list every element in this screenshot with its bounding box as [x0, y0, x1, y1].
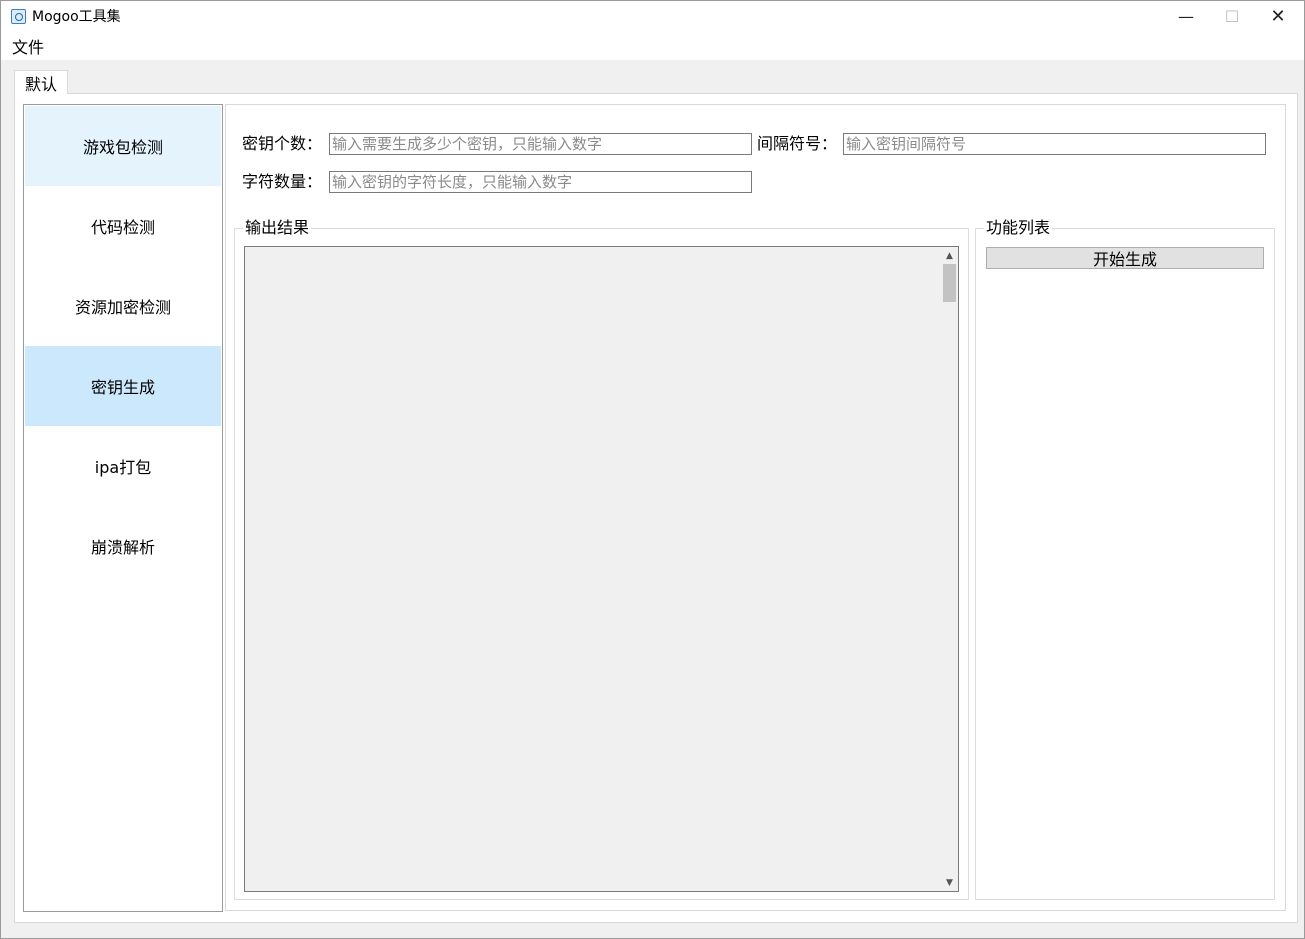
chevron-down-icon[interactable]: ▼ [941, 874, 958, 891]
output-group-title: 输出结果 [243, 218, 312, 238]
function-list-title: 功能列表 [984, 218, 1053, 238]
menu-file[interactable]: 文件 [10, 37, 46, 59]
tab-default[interactable]: 默认 [14, 70, 68, 94]
separator-label: 间隔符号： [757, 134, 838, 153]
separator-input[interactable] [843, 133, 1266, 155]
sidebar-item-ipa-pack[interactable]: ipa打包 [25, 426, 221, 506]
char-count-label: 字符数量： [242, 172, 323, 191]
sidebar-item-key-generate[interactable]: 密钥生成 [25, 346, 221, 426]
title-bar[interactable] [1, 1, 1304, 34]
sidebar-item-code-check[interactable]: 代码检测 [25, 186, 221, 266]
output-scrollbar[interactable] [941, 247, 958, 891]
chevron-up-icon[interactable]: ▲ [941, 247, 958, 264]
maximize-button[interactable]: ☐ [1209, 1, 1255, 33]
key-count-label: 密钥个数： [242, 134, 323, 153]
key-count-input[interactable] [329, 133, 752, 155]
function-list-group [975, 228, 1275, 900]
menu-bar [1, 34, 1304, 60]
sidebar-item-resource-encrypt-check[interactable]: 资源加密检测 [25, 266, 221, 346]
close-button[interactable]: ✕ [1255, 1, 1301, 33]
char-count-input[interactable] [329, 171, 752, 193]
window-bottom-edge [1, 931, 1304, 938]
sidebar-item-crash-parse[interactable]: 崩溃解析 [25, 506, 221, 586]
window-title: Mogoo工具集 [32, 9, 121, 25]
app-icon [11, 9, 26, 24]
minimize-button[interactable]: — [1163, 1, 1209, 33]
start-generate-button[interactable]: 开始生成 [986, 247, 1264, 269]
sidebar-item-game-package-check[interactable]: 游戏包检测 [25, 106, 221, 186]
output-textarea[interactable] [244, 246, 959, 892]
scrollbar-thumb[interactable] [943, 264, 956, 302]
